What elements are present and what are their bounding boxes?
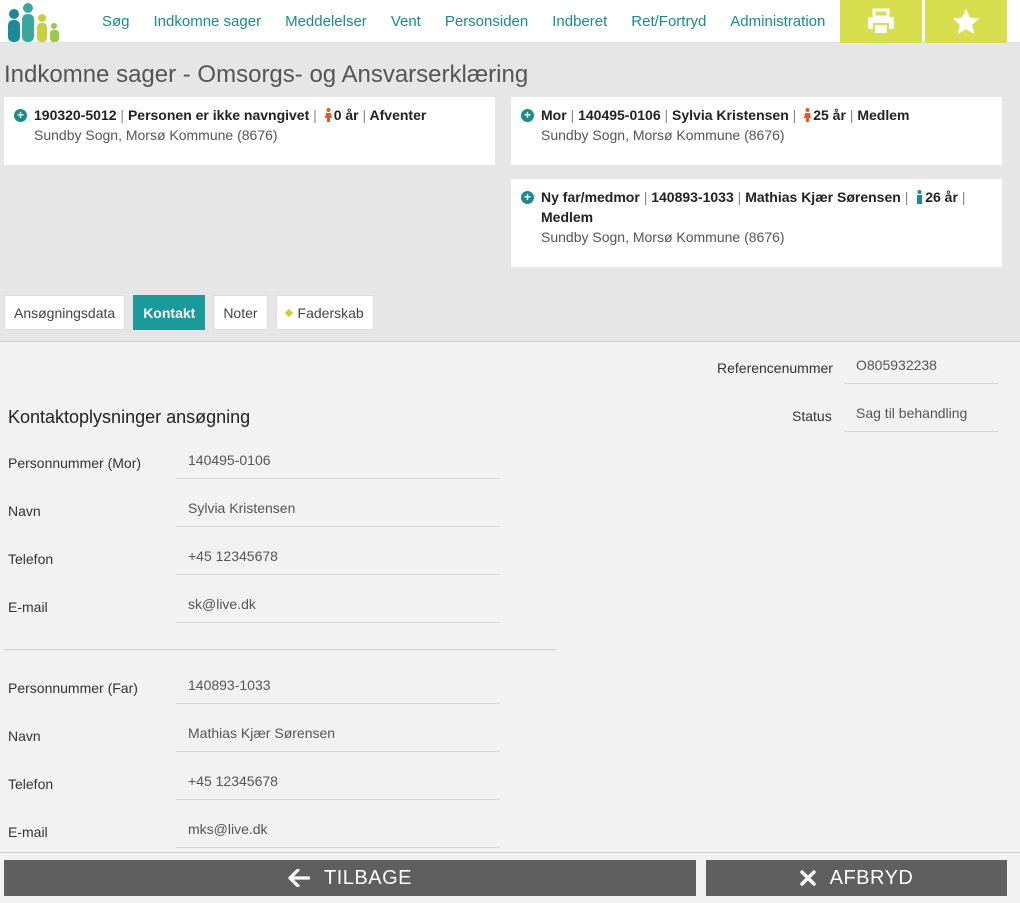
cancel-button[interactable]: AFBRYD [706,860,1007,896]
mother-role: Mor [541,107,567,123]
child-cpr: 190320-5012 [34,107,117,123]
status-label: Status [792,408,832,424]
favorite-button[interactable] [925,0,1007,43]
case-header: Indkomne sager - Omsorgs- og Ansvarserkl… [0,43,1020,342]
mother-name-label: Navn [8,503,41,519]
nav-personsiden[interactable]: Personsiden [433,13,540,30]
child-card: + 190320-5012 | Personen er ikke navngiv… [4,97,495,165]
father-email-field[interactable]: mks@live.dk [176,818,500,848]
mother-cpr-label: Personnummer (Mor) [8,455,142,471]
reference-label: Referencenummer [717,360,833,376]
father-age: 26 år [925,189,958,205]
tab-faderskab[interactable]: Faderskab [275,295,374,330]
back-button[interactable]: TILBAGE [4,860,696,896]
child-location: Sundby Sogn, Morsø Kommune (8676) [34,127,278,143]
mother-location: Sundby Sogn, Morsø Kommune (8676) [541,127,785,143]
father-cpr-field[interactable]: 140893-1033 [176,674,500,704]
mother-status: Medlem [857,107,910,123]
mother-cpr-field[interactable]: 140495-0106 [176,449,500,479]
plus-circle-icon[interactable]: + [521,109,534,122]
father-phone-label: Telefon [8,776,54,792]
nav-indberet[interactable]: Indberet [540,13,619,30]
contact-panel: Referencenummer O805932238 Status Sag ti… [0,343,1020,852]
tab-noter[interactable]: Noter [213,295,268,330]
mother-card: + Mor | 140495-0106 | Sylvia Kristensen … [511,97,1002,165]
mother-name-field[interactable]: Sylvia Kristensen [176,497,500,527]
tab-kontakt[interactable]: Kontakt [133,295,206,330]
female-icon [324,108,332,122]
child-age: 0 år [333,107,359,123]
father-status: Medlem [541,209,594,225]
mother-phone-label: Telefon [8,551,54,567]
father-cpr-label: Personnummer (Far) [8,680,138,696]
nav-indkomne-sager[interactable]: Indkomne sager [142,13,274,30]
x-icon [799,870,816,886]
mother-email-field[interactable]: sk@live.dk [176,593,500,623]
father-name-label: Navn [8,728,41,744]
mother-cpr: 140495-0106 [578,107,661,123]
print-button[interactable] [840,0,922,43]
status-value: Sag til behandling [844,402,998,432]
logo[interactable] [4,2,60,42]
father-phone-field[interactable]: +45 12345678 [176,770,500,800]
child-status: Afventer [369,107,427,123]
tab-ansoegningsdata[interactable]: Ansøgningsdata [4,295,126,330]
section-title: Kontaktoplysninger ansøgning [8,407,251,427]
bottom-bar: TILBAGE AFBRYD [0,852,1020,903]
father-cpr: 140893-1033 [651,189,734,205]
printer-icon [868,8,894,35]
plus-circle-icon[interactable]: + [521,191,534,204]
mother-age: 25 år [813,107,846,123]
child-name: Personen er ikke navngivet [127,107,310,123]
father-name-field[interactable]: Mathias Kjær Sørensen [176,722,500,752]
father-email-label: E-mail [8,824,48,840]
father-name: Mathias Kjær Sørensen [745,189,901,205]
divider [4,649,556,650]
nav-vent[interactable]: Vent [379,13,433,30]
nav-administration[interactable]: Administration [718,13,837,30]
diamond-icon [284,308,293,317]
plus-circle-icon[interactable]: + [14,109,27,122]
female-icon [804,108,812,122]
father-role: Ny far/medmor [541,189,640,205]
top-navigation: Søg Indkomne sager Meddelelser Vent Pers… [0,0,1020,43]
nav-meddelelser[interactable]: Meddelelser [273,13,379,30]
reference-value: O805932238 [844,354,998,384]
father-card: + Ny far/medmor | 140893-1033 | Mathias … [511,179,1002,267]
nav-ret-fortryd[interactable]: Ret/Fortryd [619,13,718,30]
star-icon [952,8,980,34]
mother-email-label: E-mail [8,599,48,615]
nav-soeg[interactable]: Søg [90,13,142,30]
father-location: Sundby Sogn, Morsø Kommune (8676) [541,229,785,245]
page-title: Indkomne sager - Omsorgs- og Ansvarserkl… [4,61,529,88]
arrow-left-icon [288,869,310,887]
case-tabs: Ansøgningsdata Kontakt Noter Faderskab [4,295,382,330]
mother-phone-field[interactable]: +45 12345678 [176,545,500,575]
male-icon [917,190,923,204]
mother-name: Sylvia Kristensen [672,107,789,123]
main-menu: Søg Indkomne sager Meddelelser Vent Pers… [90,0,837,43]
